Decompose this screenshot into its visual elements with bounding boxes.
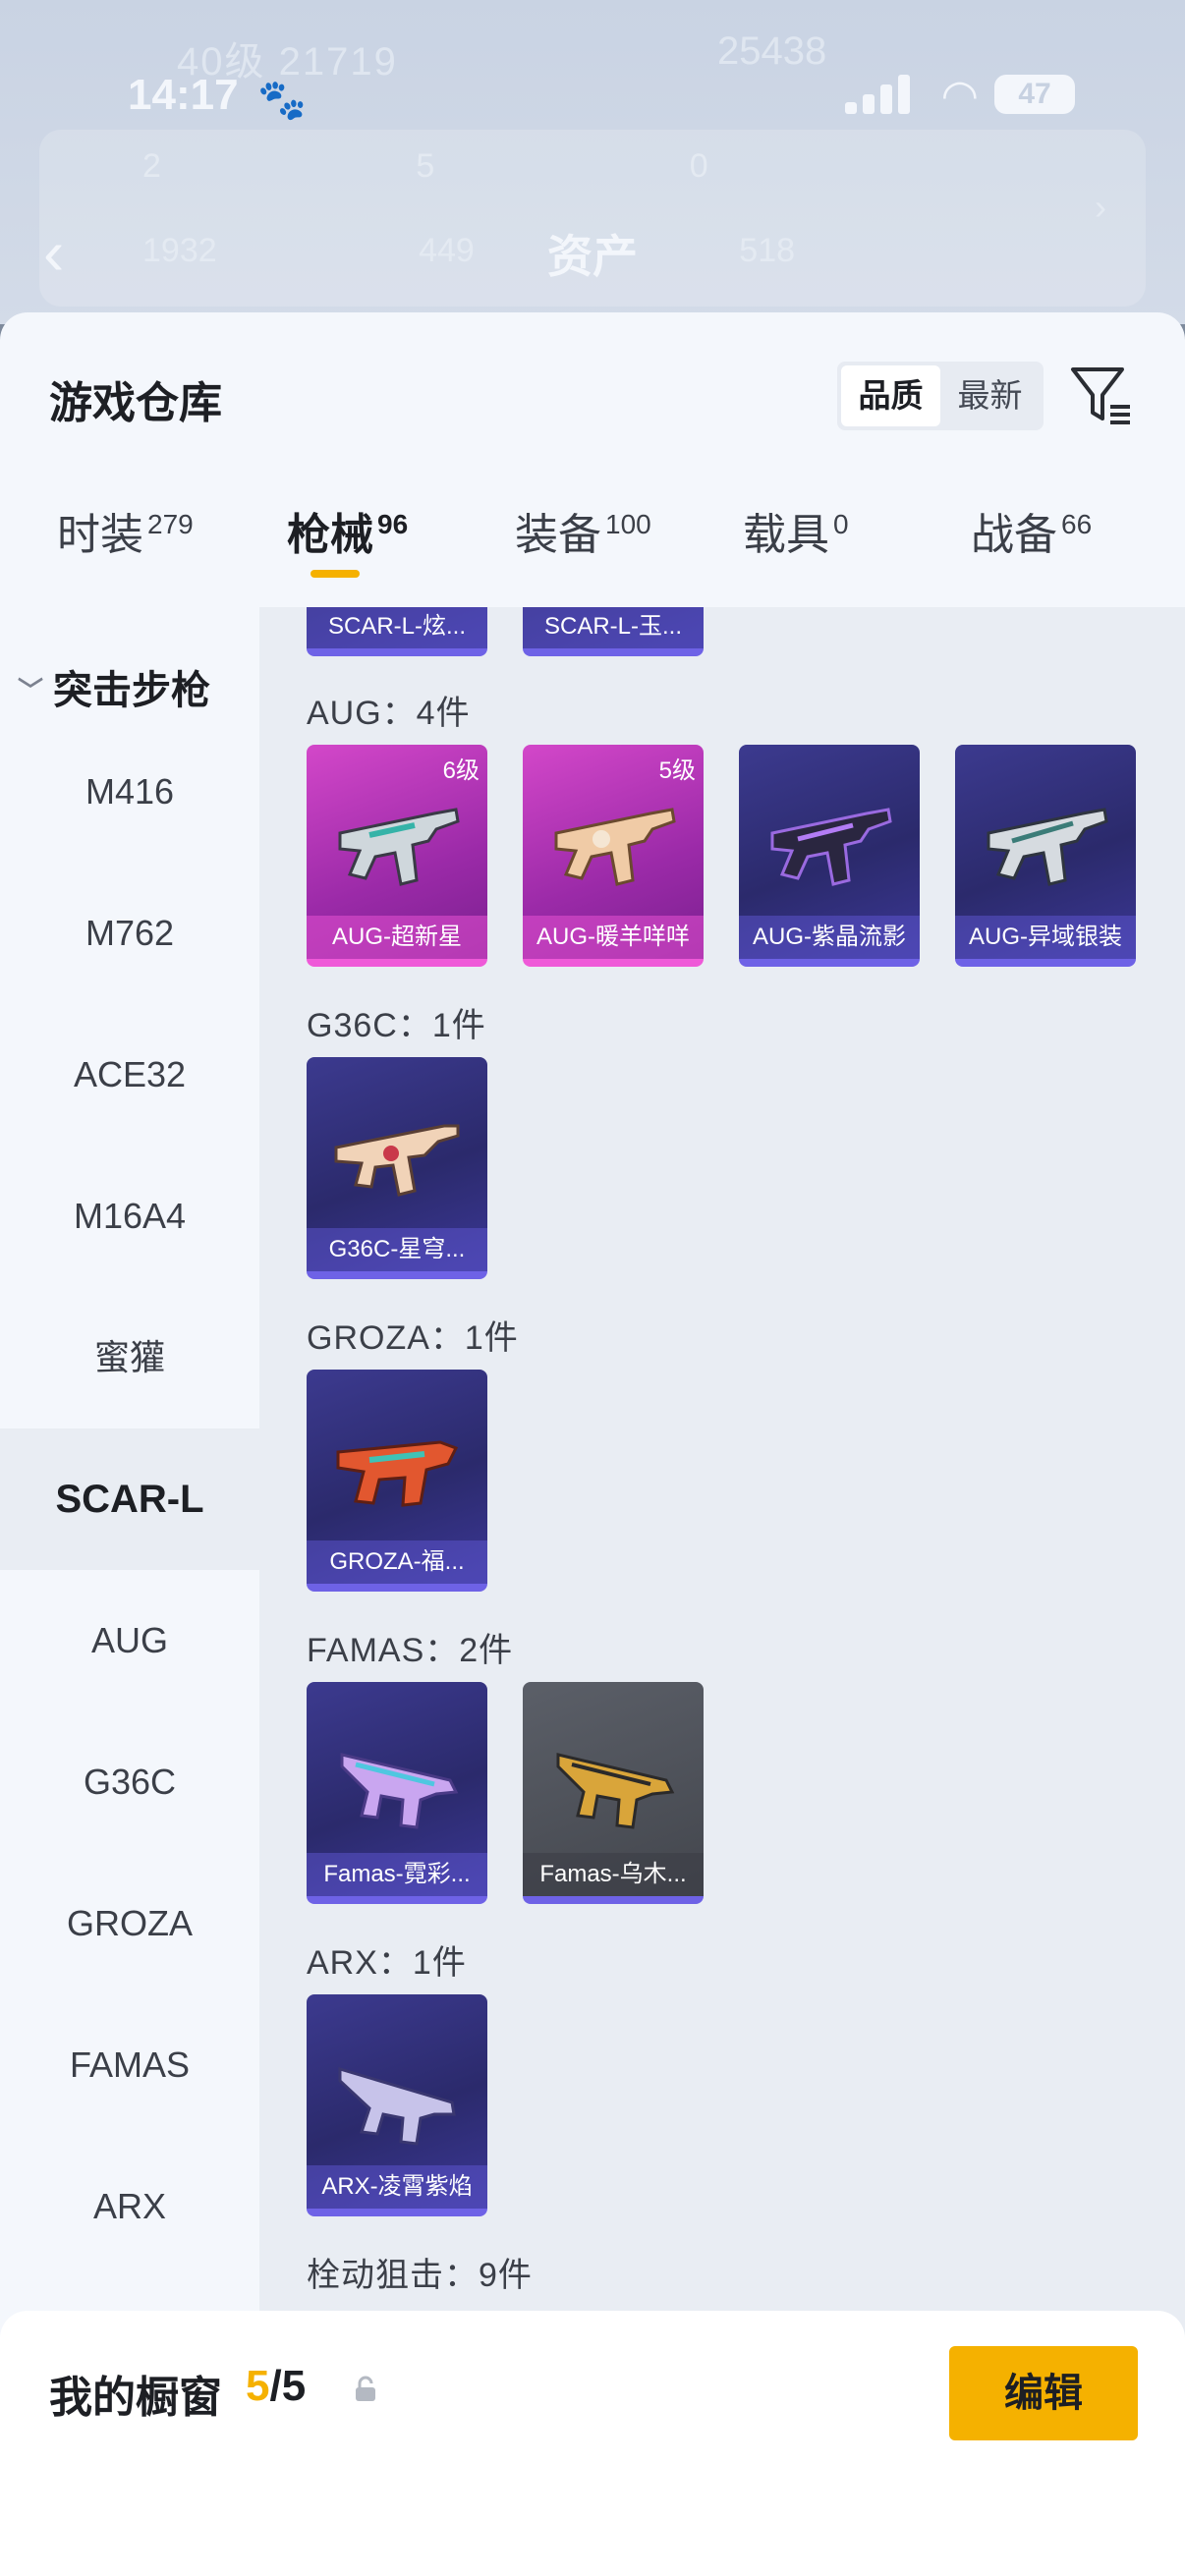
category-group-assault-rifle[interactable]: ﹀ 突击步枪	[18, 658, 210, 715]
category-sidebar: ﹀ 突击步枪 M416 M762 ACE32 M16A4 蜜獾 SCAR-L AU…	[0, 607, 259, 2576]
gun-icon	[556, 1753, 675, 1829]
paw-icon: 🐾	[257, 79, 307, 122]
gun-icon	[338, 2066, 456, 2146]
page-title: 资产	[547, 231, 638, 282]
weapon-skin-card[interactable]: 6级 AUG-超新星	[307, 745, 487, 967]
signal-icon	[845, 75, 910, 114]
gun-icon	[336, 1440, 459, 1507]
tab-equipment[interactable]: 装备 100	[515, 499, 651, 562]
item-grid: SCAR-L-炫... SCAR-L-玉... AUG：4件 6级 AUG-超新…	[259, 607, 1185, 2576]
tab-gear[interactable]: 战备 66	[971, 499, 1092, 562]
status-bar: 14:17 🐾 ◠ 47	[0, 61, 1185, 130]
section-title: 栓动狙击：9件	[307, 2257, 533, 2294]
category-item[interactable]: AUG	[0, 1570, 259, 1711]
category-item[interactable]: ACE32	[0, 1004, 259, 1146]
tab-weapons[interactable]: 枪械 96	[287, 499, 408, 578]
gun-icon	[334, 1124, 460, 1197]
tab-underline	[310, 570, 360, 578]
category-item[interactable]: M762	[0, 863, 259, 1004]
category-item[interactable]: FAMAS	[0, 1994, 259, 2136]
edit-button[interactable]: 编辑	[949, 2346, 1138, 2440]
section-title: ARX：1件	[307, 1944, 467, 1982]
sheet-title: 游戏仓库	[49, 379, 222, 427]
wifi-icon: ◠	[940, 72, 979, 120]
section-title: G36C：1件	[307, 1007, 486, 1044]
weapon-skin-card[interactable]: SCAR-L-玉...	[523, 607, 704, 656]
weapon-skin-card[interactable]: 5级 AUG-暖羊咩咩	[523, 745, 704, 967]
item-label: G36C-星穹...	[307, 1228, 487, 1271]
weapon-skin-card[interactable]: AUG-异域银装	[955, 745, 1136, 967]
lock-icon	[356, 2376, 375, 2401]
tab-fashion[interactable]: 时装 279	[57, 499, 194, 562]
gun-icon	[338, 808, 460, 886]
item-label: AUG-紫晶流影	[739, 916, 920, 959]
gun-icon	[554, 808, 676, 886]
gun-icon	[987, 808, 1108, 886]
category-item-active[interactable]: SCAR-L	[0, 1428, 259, 1570]
level-badge: 5级	[658, 757, 696, 784]
item-label: GROZA-福...	[307, 1540, 487, 1584]
item-label: SCAR-L-炫...	[307, 607, 487, 648]
sort-quality-button[interactable]: 品质	[841, 365, 940, 426]
item-label: AUG-超新星	[307, 916, 487, 959]
level-badge: 6级	[442, 757, 480, 784]
section-title: AUG：4件	[307, 695, 471, 732]
weapon-skin-card[interactable]: AUG-紫晶流影	[739, 745, 920, 967]
item-label: ARX-凌霄紫焰	[307, 2165, 487, 2209]
category-tabs: 时装 279 枪械 96 装备 100 载具 0 战备 66	[0, 499, 1185, 607]
category-item[interactable]: M16A4	[0, 1146, 259, 1287]
weapon-skin-card[interactable]: Famas-乌木...	[523, 1682, 704, 1904]
showcase-count: 5/5	[246, 2362, 307, 2410]
item-label: Famas-霓彩...	[307, 1853, 487, 1896]
tab-vehicles[interactable]: 载具 0	[743, 499, 849, 562]
showcase-bar: 我的橱窗 5/5 编辑	[0, 2311, 1185, 2576]
weapon-skin-card[interactable]: SCAR-L-炫...	[307, 607, 487, 656]
weapon-skin-card[interactable]: GROZA-福...	[307, 1370, 487, 1592]
category-item[interactable]: G36C	[0, 1711, 259, 1853]
weapon-skin-card[interactable]: Famas-霓彩...	[307, 1682, 487, 1904]
chevron-right-icon: ›	[1095, 187, 1106, 227]
section-title: FAMAS：2件	[307, 1632, 514, 1669]
background-page: 40级 21719 25438 14:17 🐾 ◠ 47 2 5 0 1932 …	[0, 0, 1185, 324]
filter-icon[interactable]	[1069, 364, 1134, 428]
section-title: GROZA：1件	[307, 1319, 519, 1357]
status-time: 14:17	[128, 71, 239, 119]
item-label: SCAR-L-玉...	[523, 607, 704, 648]
chevron-down-icon: ﹀	[18, 676, 44, 705]
gun-icon	[340, 1753, 459, 1829]
warehouse-sheet: 游戏仓库 品质 最新 时装 279 枪械 96 装备 100 载具 0 战备 66 ﹀ 突击…	[0, 312, 1185, 2576]
category-item[interactable]: ARX	[0, 2136, 259, 2277]
item-label: AUG-暖羊咩咩	[523, 916, 704, 959]
sort-latest-button[interactable]: 最新	[940, 365, 1040, 426]
gun-icon	[770, 808, 892, 886]
category-item[interactable]: 蜜獾	[0, 1287, 259, 1428]
weapon-skin-card[interactable]: ARX-凌霄紫焰	[307, 1994, 487, 2216]
category-item[interactable]: M416	[0, 721, 259, 863]
category-item[interactable]: GROZA	[0, 1853, 259, 1994]
showcase-label: 我的橱窗	[49, 2374, 222, 2422]
stats-row: 2 5 0	[142, 147, 708, 185]
weapon-skin-card[interactable]: G36C-星穹...	[307, 1057, 487, 1279]
battery-indicator: 47	[994, 75, 1075, 114]
item-label: Famas-乌木...	[523, 1853, 704, 1896]
sort-toggle: 品质 最新	[837, 362, 1044, 430]
item-label: AUG-异域银装	[955, 916, 1136, 959]
